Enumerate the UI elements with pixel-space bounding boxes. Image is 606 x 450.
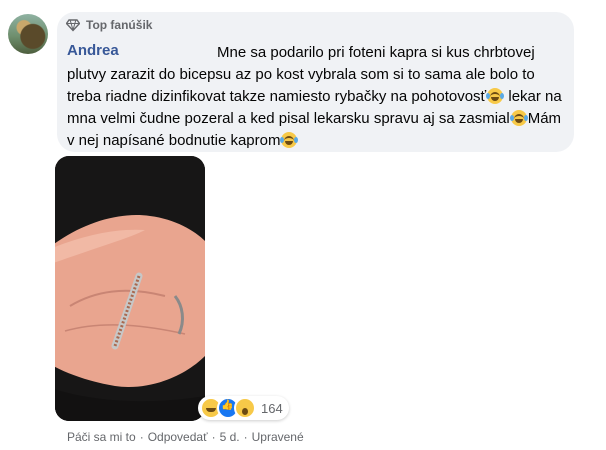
reaction-summary[interactable]: 164 xyxy=(198,396,289,420)
comment-text-part-1: Mne sa podarilo pri foteni kapra si kus … xyxy=(67,44,535,105)
comment-photo[interactable] xyxy=(55,156,205,421)
separator: · xyxy=(243,430,248,444)
diamond-icon xyxy=(66,19,80,32)
crying-laughing-emoji-icon xyxy=(509,110,528,126)
comment-actions: Páči sa mi to · Odpovedať · 5 d. · Uprav… xyxy=(67,430,304,444)
separator: · xyxy=(211,430,216,444)
crying-laughing-emoji-icon xyxy=(280,132,299,148)
comment-time[interactable]: 5 d. xyxy=(220,430,240,444)
crying-laughing-emoji-icon xyxy=(486,88,505,104)
like-action[interactable]: Páči sa mi to xyxy=(67,430,136,444)
hand-with-fin-spine-image xyxy=(55,156,205,421)
top-fan-badge: Top fanúšik xyxy=(66,18,152,32)
commenter-avatar[interactable] xyxy=(8,14,48,54)
edited-label[interactable]: Upravené xyxy=(252,430,304,444)
wow-icon xyxy=(234,397,256,419)
reaction-count: 164 xyxy=(261,400,283,416)
comment-text: Mne sa podarilo pri foteni kapra si kus … xyxy=(67,42,567,152)
separator: · xyxy=(139,430,144,444)
badge-label: Top fanúšik xyxy=(86,18,153,32)
reply-action[interactable]: Odpovedať xyxy=(148,430,208,444)
